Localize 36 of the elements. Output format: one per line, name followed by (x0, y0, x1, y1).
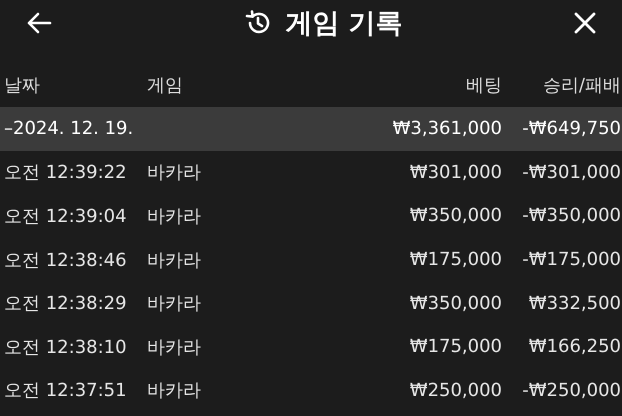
table-cell-text: 바카라 (147, 379, 202, 402)
table-cell-text: -₩350,000 (521, 205, 621, 226)
group-bet-total: ₩3,361,000 (392, 118, 502, 140)
table-cell-text: 오전 12:38:10 (4, 336, 128, 359)
column-header: 승리/패배 (542, 74, 621, 97)
group-date: –2024. 12. 19. (4, 118, 134, 140)
history-icon (245, 10, 272, 36)
table-cell-text: 바카라 (147, 292, 202, 316)
table-cell-text: ₩175,000 (408, 336, 502, 358)
table-cell-text: 오전 12:39:22 (4, 161, 128, 184)
column-header: 게임 (147, 74, 184, 97)
column-header: 베팅 (465, 74, 502, 97)
back-icon[interactable] (26, 12, 52, 34)
table-cell-text: 오전 12:37:51 (4, 379, 128, 402)
table-cell-text: 바카라 (147, 248, 202, 272)
table-cell-text: -₩301,000 (521, 162, 621, 183)
close-icon[interactable] (574, 12, 596, 34)
table-cell-text: ₩166,250 (528, 336, 621, 358)
table-cell-text: 바카라 (147, 161, 202, 184)
table-cell-text: -₩250,000 (521, 380, 621, 401)
group-result-total: -₩649,750 (521, 118, 621, 140)
table-cell-text: ₩350,000 (408, 292, 502, 314)
column-header: 날짜 (4, 74, 41, 97)
table-cell-text: 바카라 (147, 336, 202, 359)
table-cell-text: -₩175,000 (521, 249, 621, 270)
table-cell-text: 오전 12:39:04 (4, 204, 128, 228)
screen-title: 게임 기록 (285, 6, 403, 40)
table-cell-text: ₩175,000 (408, 249, 502, 270)
date-group-row[interactable]: –2024. 12. 19. ₩3,361,000 -₩649,750 (0, 107, 622, 151)
table-cell-text: 바카라 (147, 204, 202, 228)
table-cell-text: ₩301,000 (408, 162, 502, 183)
table-cell-text: 오전 12:38:29 (4, 292, 128, 316)
table-cell-text: 오전 12:38:46 (4, 248, 128, 272)
table-cell-text: ₩250,000 (408, 380, 502, 401)
table-cell-text: ₩332,500 (528, 292, 621, 314)
table-cell-text: ₩350,000 (408, 205, 502, 226)
